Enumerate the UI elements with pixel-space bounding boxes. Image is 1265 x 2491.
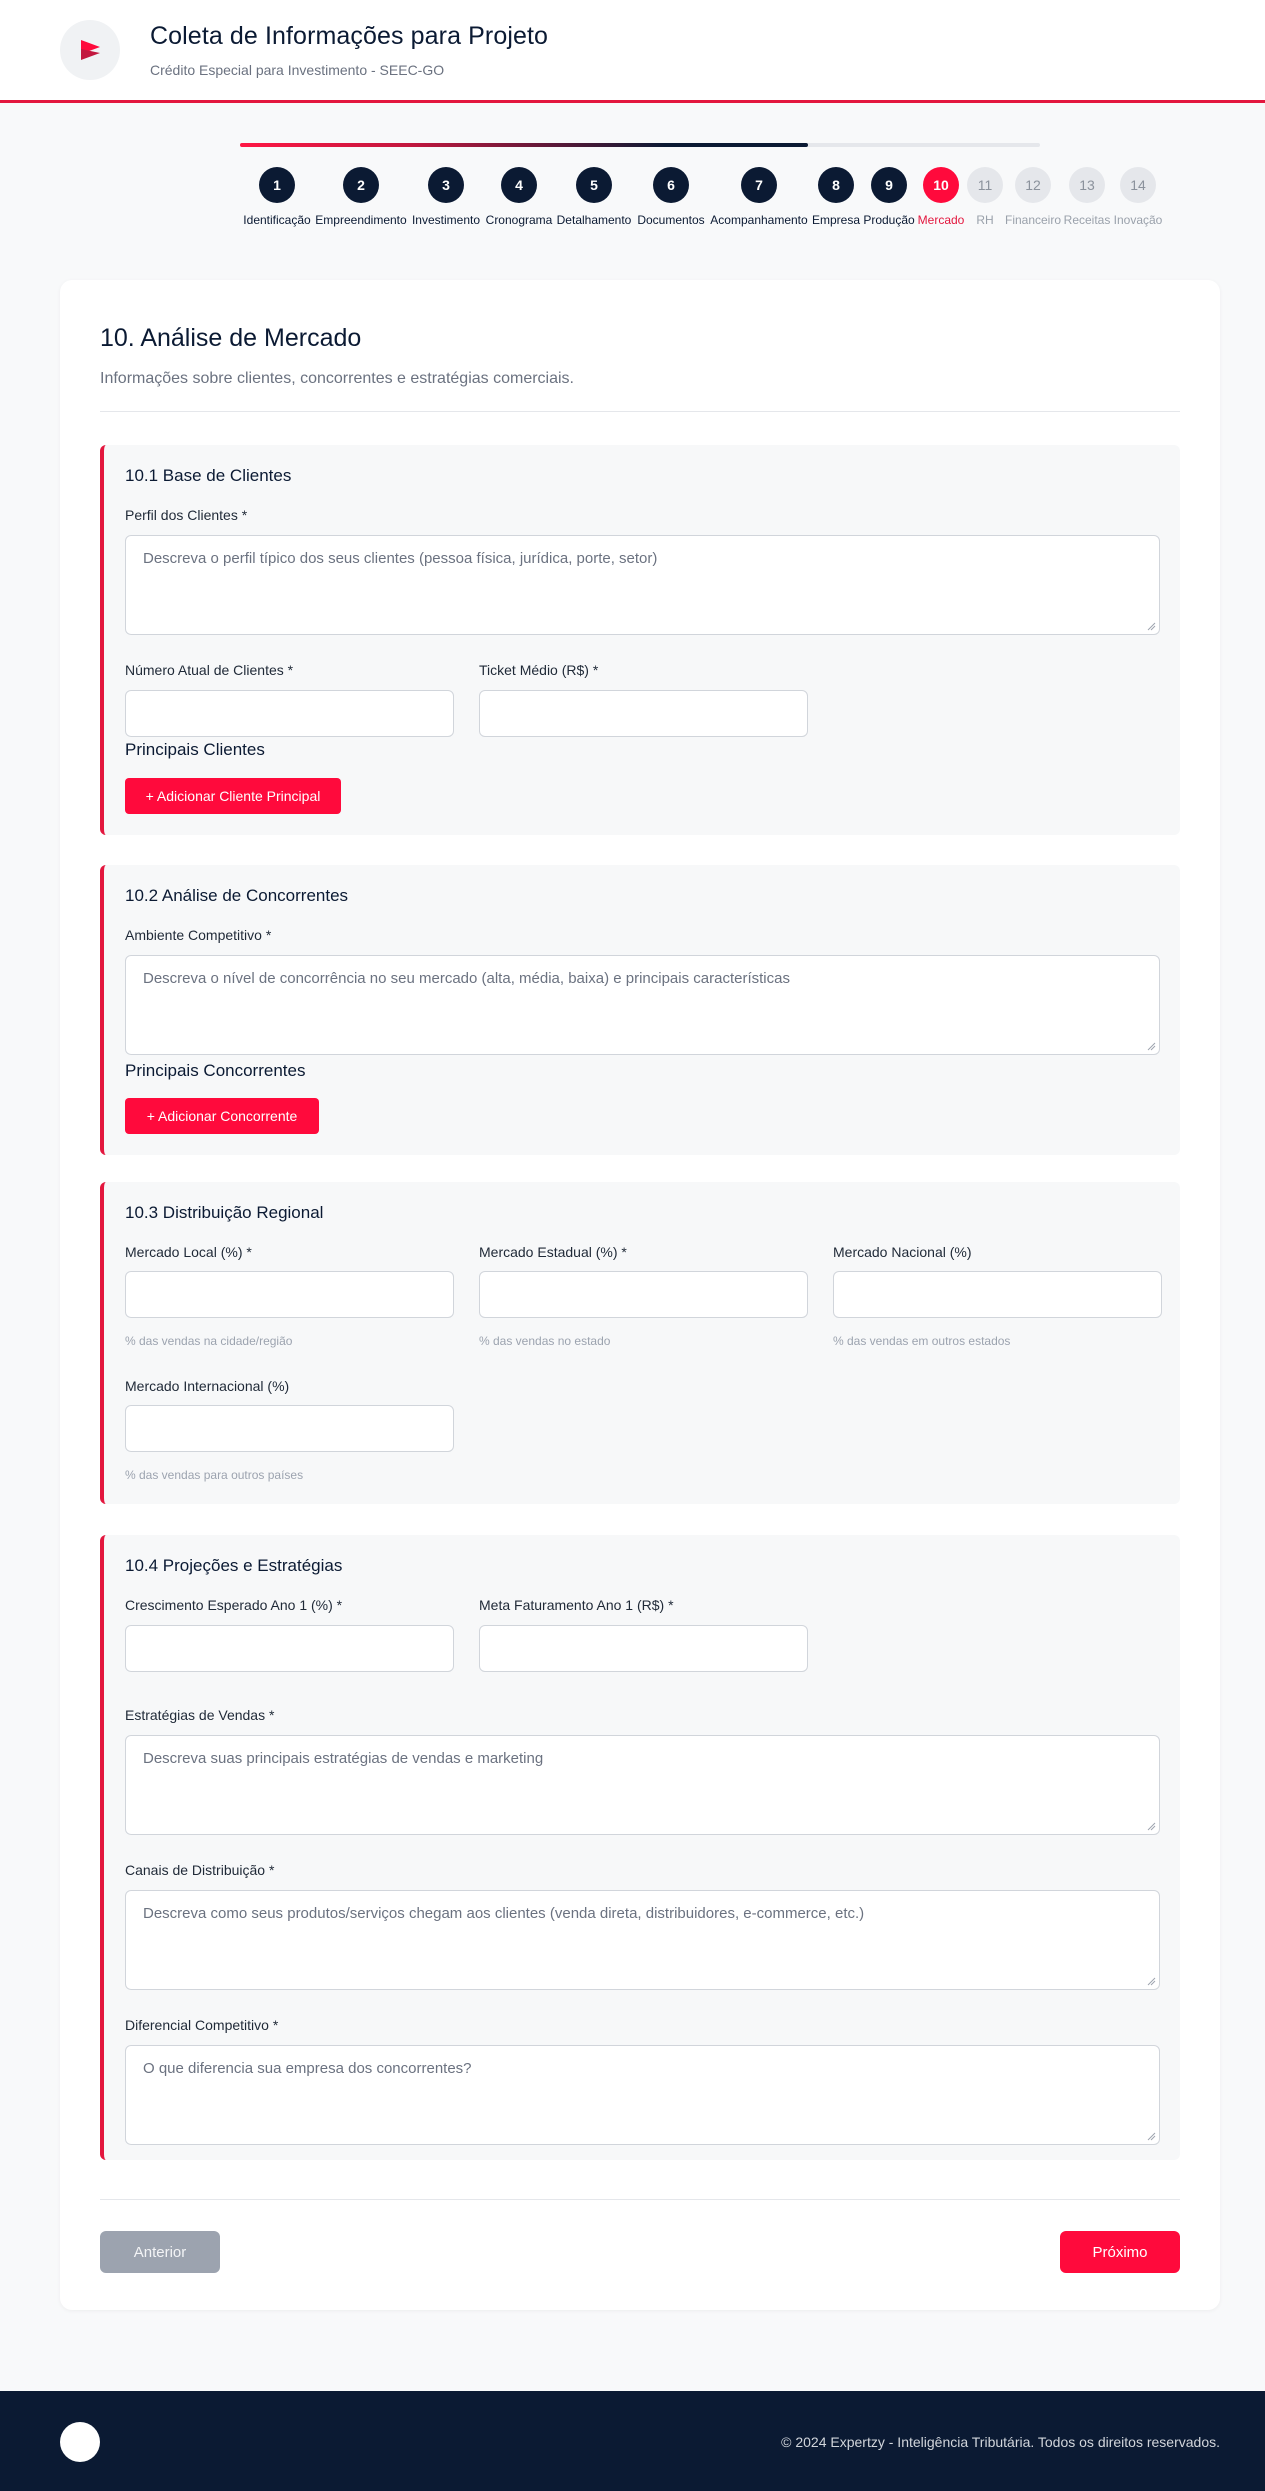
step-3-label[interactable]: Investimento xyxy=(412,213,480,227)
mercado-estadual-hint: % das vendas no estado xyxy=(479,1334,611,1348)
step-3-circle[interactable]: 3 xyxy=(428,167,464,203)
step-1-label[interactable]: Identificação xyxy=(243,213,310,227)
step-6-circle[interactable]: 6 xyxy=(653,167,689,203)
form-description: Informações sobre clientes, concorrentes… xyxy=(100,370,574,387)
ambiente-competitivo-placeholder: Descreva o nível de concorrência no seu … xyxy=(143,970,790,987)
step-6-label[interactable]: Documentos xyxy=(637,213,704,227)
play-logo-icon xyxy=(81,40,100,60)
meta-faturamento-label: Meta Faturamento Ano 1 (R$) * xyxy=(479,1597,674,1613)
section-base-clientes: 10.1 Base de Clientes Perfil dos Cliente… xyxy=(100,445,1180,835)
step-13-circle[interactable]: 13 xyxy=(1069,167,1105,203)
section-title: 10.1 Base de Clientes xyxy=(125,466,292,485)
step-14-label[interactable]: Inovação xyxy=(1114,213,1163,227)
step-7-circle[interactable]: 7 xyxy=(741,167,777,203)
step-4-label[interactable]: Cronograma xyxy=(486,213,553,227)
section-concorrentes: 10.2 Análise de Concorrentes Ambiente Co… xyxy=(100,865,1180,1155)
principais-concorrentes-heading: Principais Concorrentes xyxy=(125,1061,306,1080)
add-concorrente-button[interactable]: + Adicionar Concorrente xyxy=(125,1098,319,1134)
step-12-circle[interactable]: 12 xyxy=(1015,167,1051,203)
step-2-circle[interactable]: 2 xyxy=(343,167,379,203)
step-8-label[interactable]: Empresa xyxy=(812,213,860,227)
estrategias-vendas-placeholder: Descreva suas principais estratégias de … xyxy=(143,1750,544,1767)
section-title: 10.3 Distribuição Regional xyxy=(125,1203,324,1222)
crescimento-input[interactable] xyxy=(125,1625,454,1672)
ticket-medio-label: Ticket Médio (R$) * xyxy=(479,662,599,678)
step-13-label[interactable]: Receitas xyxy=(1064,213,1111,227)
mercado-internacional-hint: % das vendas para outros países xyxy=(125,1468,304,1482)
step-14-circle[interactable]: 14 xyxy=(1120,167,1156,203)
resize-grip-icon[interactable] xyxy=(1147,2132,1156,2141)
perfil-clientes-label: Perfil dos Clientes * xyxy=(125,507,248,523)
mercado-internacional-label: Mercado Internacional (%) xyxy=(125,1378,290,1394)
next-button[interactable]: Próximo xyxy=(1060,2231,1180,2273)
estrategias-vendas-textarea[interactable]: Descreva suas principais estratégias de … xyxy=(125,1735,1160,1835)
mercado-estadual-input[interactable] xyxy=(479,1271,808,1318)
brand-logo xyxy=(60,20,120,80)
footer-logo xyxy=(60,2422,100,2462)
page-footer: © 2024 Expertzy - Inteligência Tributári… xyxy=(0,2391,1265,2491)
canais-distribuicao-textarea[interactable]: Descreva como seus produtos/serviços che… xyxy=(125,1890,1160,1990)
section-distribuicao-regional: 10.3 Distribuição Regional Mercado Local… xyxy=(100,1182,1180,1504)
step-11-label[interactable]: RH xyxy=(976,213,993,227)
step-10-label[interactable]: Mercado xyxy=(918,213,965,227)
step-2-label[interactable]: Empreendimento xyxy=(315,213,406,227)
page-subtitle: Crédito Especial para Investimento - SEE… xyxy=(150,62,445,78)
canais-distribuicao-label: Canais de Distribuição * xyxy=(125,1862,275,1878)
step-9-circle[interactable]: 9 xyxy=(871,167,907,203)
mercado-nacional-label: Mercado Nacional (%) xyxy=(833,1244,972,1260)
step-7-label[interactable]: Acompanhamento xyxy=(710,213,807,227)
ambiente-competitivo-textarea[interactable]: Descreva o nível de concorrência no seu … xyxy=(125,955,1160,1055)
meta-faturamento-input[interactable] xyxy=(479,1625,808,1672)
principais-clientes-heading: Principais Clientes xyxy=(125,740,265,759)
divider xyxy=(100,411,1180,412)
mercado-estadual-label: Mercado Estadual (%) * xyxy=(479,1244,627,1260)
estrategias-vendas-label: Estratégias de Vendas * xyxy=(125,1707,275,1723)
section-title: 10.2 Análise de Concorrentes xyxy=(125,886,349,905)
step-4-circle[interactable]: 4 xyxy=(501,167,537,203)
form-card: 10. Análise de Mercado Informações sobre… xyxy=(60,280,1220,2310)
mercado-nacional-hint: % das vendas em outros estados xyxy=(833,1334,1011,1348)
step-1-circle[interactable]: 1 xyxy=(259,167,295,203)
step-12-label[interactable]: Financeiro xyxy=(1005,213,1061,227)
progress-bar-fill xyxy=(240,143,808,147)
mercado-local-input[interactable] xyxy=(125,1271,454,1318)
previous-button[interactable]: Anterior xyxy=(100,2231,220,2273)
step-5-label[interactable]: Detalhamento xyxy=(557,213,632,227)
crescimento-label: Crescimento Esperado Ano 1 (%) * xyxy=(125,1597,343,1613)
step-11-circle[interactable]: 11 xyxy=(967,167,1003,203)
resize-grip-icon[interactable] xyxy=(1147,1822,1156,1831)
step-8-circle[interactable]: 8 xyxy=(818,167,854,203)
mercado-internacional-input[interactable] xyxy=(125,1405,454,1452)
add-cliente-button[interactable]: + Adicionar Cliente Principal xyxy=(125,778,341,814)
footer-copyright: © 2024 Expertzy - Inteligência Tributári… xyxy=(781,2434,1220,2450)
ticket-medio-input[interactable] xyxy=(479,690,808,737)
section-projecoes-estrategias: 10.4 Projeções e Estratégias Crescimento… xyxy=(100,1535,1180,2160)
resize-grip-icon[interactable] xyxy=(1147,1977,1156,1986)
numero-clientes-input[interactable] xyxy=(125,690,454,737)
page-title: Coleta de Informações para Projeto xyxy=(150,22,549,50)
perfil-clientes-textarea[interactable]: Descreva o perfil típico dos seus client… xyxy=(125,535,1160,635)
mercado-nacional-input[interactable] xyxy=(833,1271,1162,1318)
resize-grip-icon[interactable] xyxy=(1147,1042,1156,1051)
canais-distribuicao-placeholder: Descreva como seus produtos/serviços che… xyxy=(143,1905,865,1922)
step-9-label[interactable]: Produção xyxy=(863,213,914,227)
step-10-circle[interactable]: 10 xyxy=(923,167,959,203)
mercado-local-hint: % das vendas na cidade/região xyxy=(125,1334,293,1348)
page-header: Coleta de Informações para Projeto Crédi… xyxy=(0,0,1265,103)
step-5-circle[interactable]: 5 xyxy=(576,167,612,203)
section-title: 10.4 Projeções e Estratégias xyxy=(125,1556,343,1575)
divider xyxy=(100,2199,1180,2200)
numero-clientes-label: Número Atual de Clientes * xyxy=(125,662,294,678)
ambiente-competitivo-label: Ambiente Competitivo * xyxy=(125,927,272,943)
resize-grip-icon[interactable] xyxy=(1147,622,1156,631)
perfil-clientes-placeholder: Descreva o perfil típico dos seus client… xyxy=(143,550,658,567)
progress-bar xyxy=(240,143,1040,147)
mercado-local-label: Mercado Local (%) * xyxy=(125,1244,252,1260)
diferencial-competitivo-placeholder: O que diferencia sua empresa dos concorr… xyxy=(143,2060,472,2077)
form-title: 10. Análise de Mercado xyxy=(100,324,362,352)
diferencial-competitivo-textarea[interactable]: O que diferencia sua empresa dos concorr… xyxy=(125,2045,1160,2145)
diferencial-competitivo-label: Diferencial Competitivo * xyxy=(125,2017,279,2033)
